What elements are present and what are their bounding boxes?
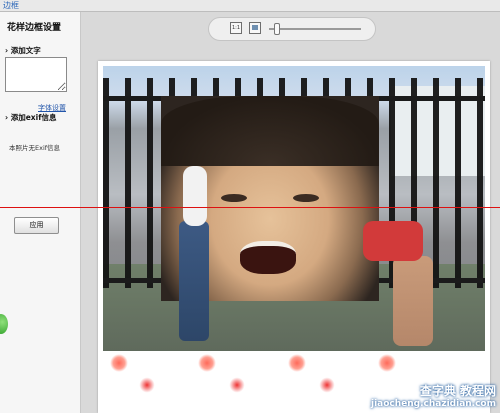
guide-line [0,207,500,208]
photo-mouth [240,241,296,274]
zoom-slider[interactable] [269,28,361,30]
exif-note: 本照片无Exif信息 [9,144,61,152]
photo-eye [293,194,319,202]
add-exif-label: 添加exif信息 [10,113,57,122]
photo-person-left [183,166,207,226]
expand-arrow-icon: › [5,113,9,122]
text-input[interactable] [5,57,67,92]
watermark: 查字典 教程网 jiaocheng.chazidian.com [371,382,496,409]
title-bar: 边框 [0,0,500,12]
pattern-sun-icon [198,354,216,372]
add-exif-section[interactable]: › 添加exif信息 [5,112,56,123]
add-text-label: 添加文字 [10,46,41,55]
pattern-cartoon-icon [138,376,156,394]
pattern-cartoon-icon [228,376,246,394]
window-title: 边框 [3,1,19,10]
photo-face-hair [161,96,379,166]
green-orb-icon[interactable] [0,314,8,334]
expand-arrow-icon: › [5,46,9,55]
pattern-cartoon-icon [318,376,336,394]
zoom-toolbar: 1:1 [208,17,376,41]
watermark-url: jiaocheng.chazidian.com [370,399,496,409]
panel-title: 花样边框设置 [7,23,62,33]
watermark-title: 查字典 教程网 [419,384,496,398]
add-text-section[interactable]: › 添加文字 [5,45,41,56]
photo-person-left [179,221,209,341]
pattern-sun-icon [378,354,396,372]
pattern-sun-icon [110,354,128,372]
photo-eye [221,194,247,202]
settings-panel: 花样边框设置 › 添加文字 字体设置 › 添加exif信息 本照片无Exif信息… [0,12,81,413]
pattern-sun-icon [288,354,306,372]
fit-window-icon[interactable] [249,22,261,34]
preview-photo [103,66,485,351]
zoom-slider-thumb[interactable] [273,23,280,35]
actual-size-icon[interactable]: 1:1 [230,22,242,34]
apply-button[interactable]: 应用 [14,217,59,234]
photo-person-right [363,221,423,261]
photo-person-right [393,256,433,346]
